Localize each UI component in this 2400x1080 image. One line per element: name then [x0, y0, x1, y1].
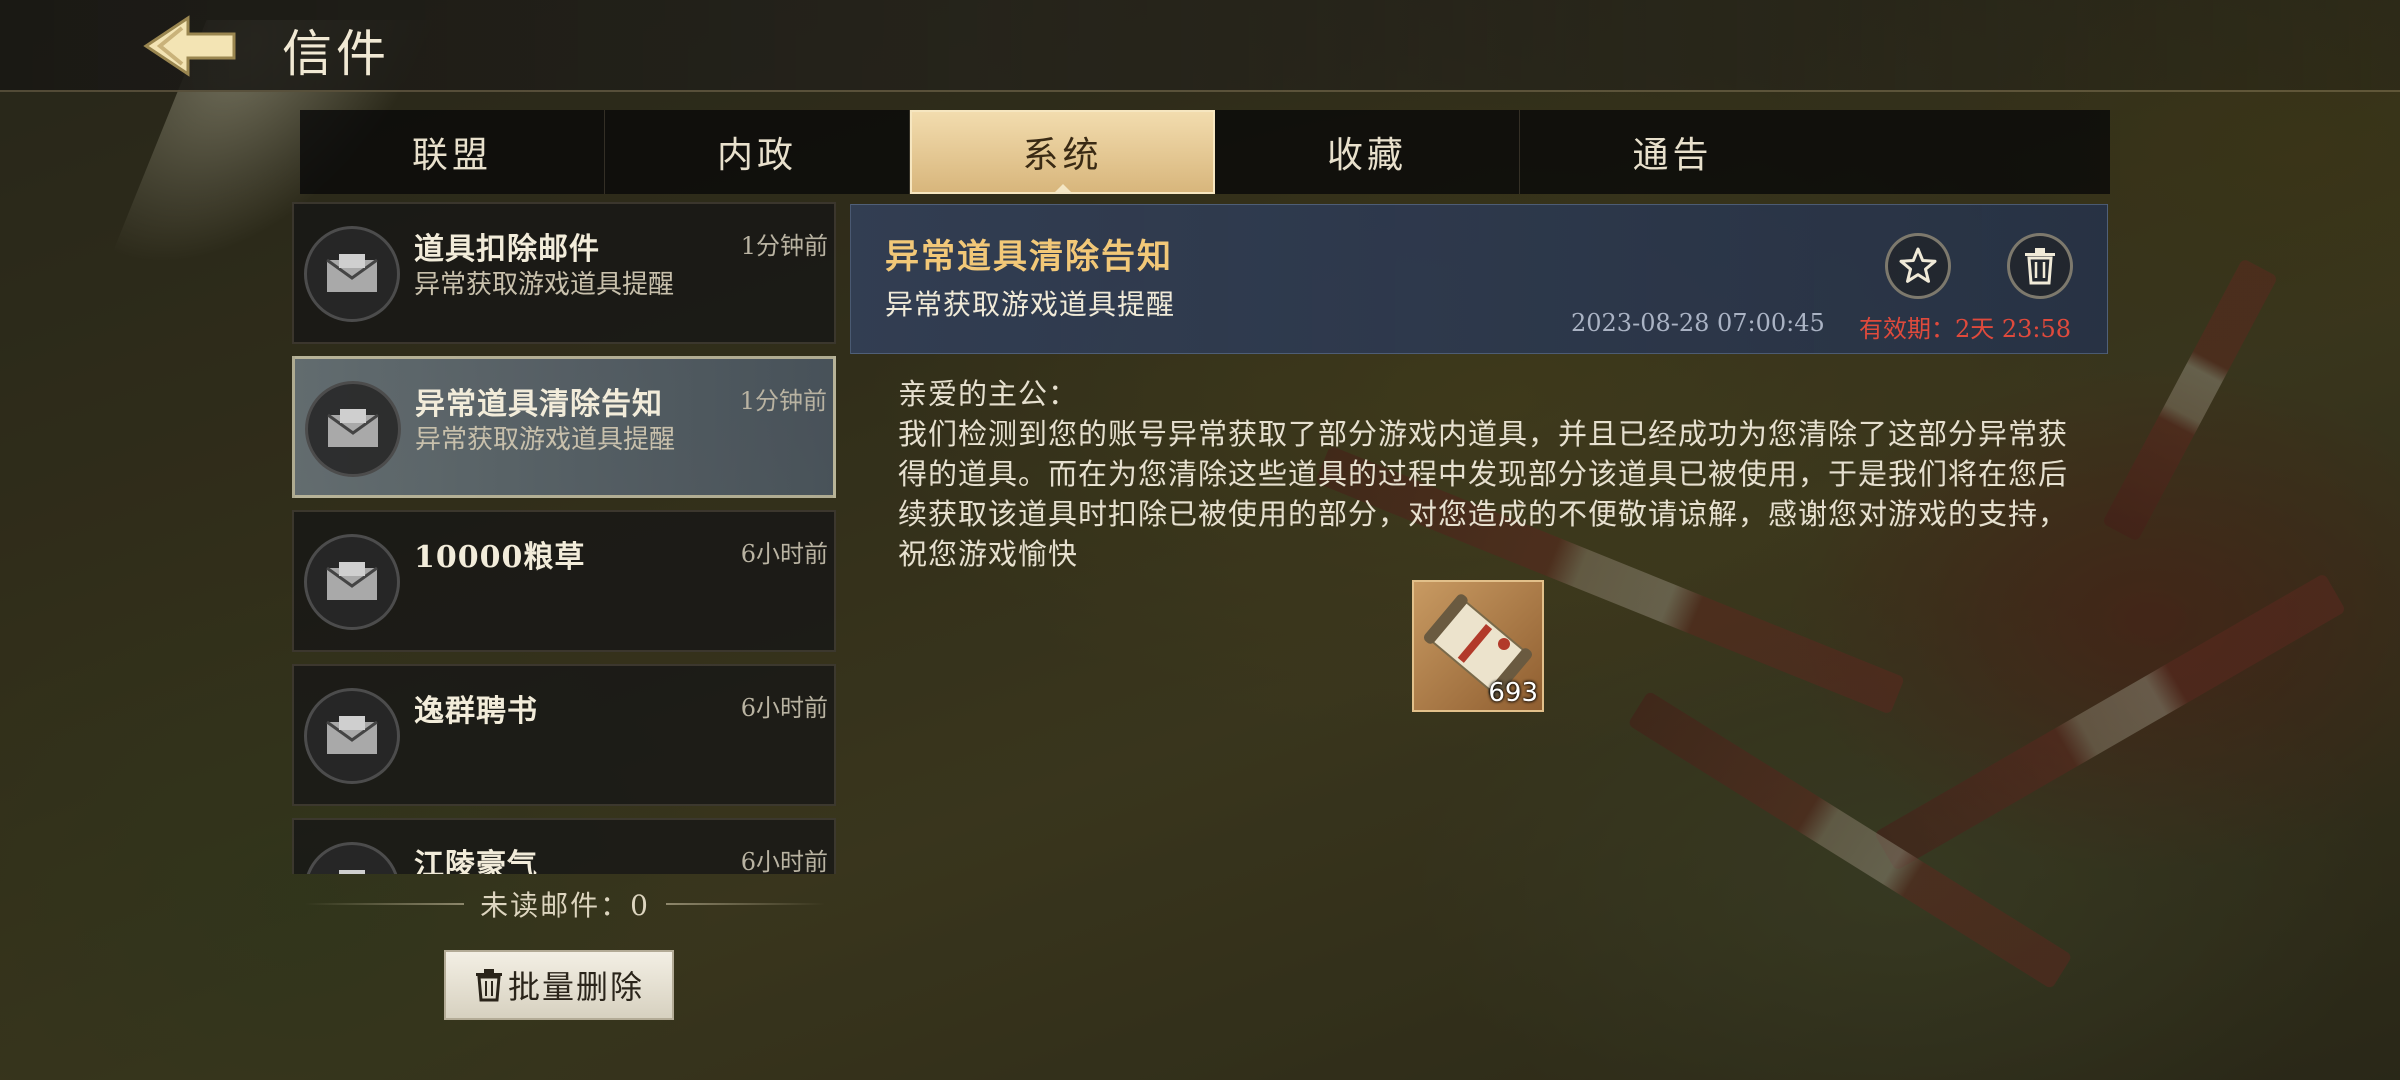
- mail-item-time: 1分钟前: [740, 232, 828, 260]
- top-bar: 信件: [0, 0, 2400, 92]
- back-arrow-icon: [143, 15, 236, 77]
- mail-item[interactable]: 逸群聘书 6小时前: [292, 664, 836, 806]
- envelope-icon: [304, 688, 400, 784]
- mail-item-title: 江陵豪气: [414, 848, 538, 874]
- mail-tabs: 联盟 内政 系统 收藏 通告: [300, 110, 2110, 194]
- envelope-icon: [305, 381, 401, 477]
- mail-item[interactable]: 10000粮草 6小时前: [292, 510, 836, 652]
- divider: [305, 903, 465, 905]
- mail-item-time: 6小时前: [740, 540, 828, 568]
- mail-item-selected[interactable]: 异常道具清除告知 异常获取游戏道具提醒 1分钟前: [292, 356, 836, 498]
- mail-item-title: 10000粮草: [414, 540, 586, 575]
- mail-list[interactable]: 道具扣除邮件 异常获取游戏道具提醒 1分钟前 异常道具清除告知 异常获取游戏道具…: [292, 202, 838, 874]
- reward-count: 693: [1488, 678, 1538, 708]
- mail-item-time: 6小时前: [740, 694, 828, 722]
- batch-delete-button[interactable]: 批量删除: [444, 950, 674, 1020]
- mail-detail-subtitle: 异常获取游戏道具提醒: [885, 288, 1176, 321]
- unread-counter: 未读邮件：0: [305, 884, 826, 924]
- envelope-icon: [304, 534, 400, 630]
- mail-item-title: 逸群聘书: [414, 694, 538, 729]
- tab-alliance[interactable]: 联盟: [300, 110, 605, 194]
- envelope-icon: [304, 842, 400, 874]
- tab-system[interactable]: 系统: [910, 110, 1215, 194]
- trash-icon: [2025, 248, 2055, 285]
- mail-item-subtitle: 异常获取游戏道具提醒: [415, 425, 676, 455]
- mail-datetime: 2023-08-28 07:00:45: [1571, 309, 1825, 337]
- mail-item-title: 异常道具清除告知: [415, 387, 663, 422]
- mail-item[interactable]: 江陵豪气 6小时前: [292, 818, 836, 874]
- mail-expiry: 有效期：2天 23:58: [1859, 315, 2072, 343]
- mail-item[interactable]: 道具扣除邮件 异常获取游戏道具提醒 1分钟前: [292, 202, 836, 344]
- tab-favorites[interactable]: 收藏: [1215, 110, 1520, 194]
- envelope-icon: [304, 226, 400, 322]
- mail-item-time: 1分钟前: [739, 387, 827, 415]
- mail-content: 我们检测到您的账号异常获取了部分游戏内道具，并且已经成功为您清除了这部分异常获得…: [898, 417, 2069, 571]
- favorite-button[interactable]: [1885, 233, 1951, 299]
- delete-mail-button[interactable]: [2007, 233, 2073, 299]
- mail-detail-header: 异常道具清除告知 异常获取游戏道具提醒 2023-08-28 07:00:45 …: [850, 204, 2108, 354]
- mail-detail-title: 异常道具清除告知: [885, 237, 1173, 277]
- trash-icon: [475, 969, 502, 1002]
- back-button[interactable]: [140, 14, 240, 78]
- reward-item[interactable]: 693: [1412, 580, 1544, 712]
- tab-internal-affairs[interactable]: 内政: [605, 110, 910, 194]
- mail-body: 亲爱的主公： 我们检测到您的账号异常获取了部分游戏内道具，并且已经成功为您清除了…: [898, 374, 2078, 574]
- page-title: 信件: [282, 25, 390, 83]
- divider: [665, 903, 826, 905]
- unread-count-text: 未读邮件：0: [480, 889, 650, 922]
- mail-greeting: 亲爱的主公：: [898, 377, 1079, 411]
- batch-delete-label: 批量删除: [507, 968, 644, 1006]
- mail-item-subtitle: 异常获取游戏道具提醒: [414, 270, 675, 300]
- tab-announcements[interactable]: 通告: [1520, 110, 1825, 194]
- mail-item-time: 6小时前: [740, 848, 828, 874]
- star-icon: [1899, 247, 1937, 283]
- mail-item-title: 道具扣除邮件: [414, 232, 600, 267]
